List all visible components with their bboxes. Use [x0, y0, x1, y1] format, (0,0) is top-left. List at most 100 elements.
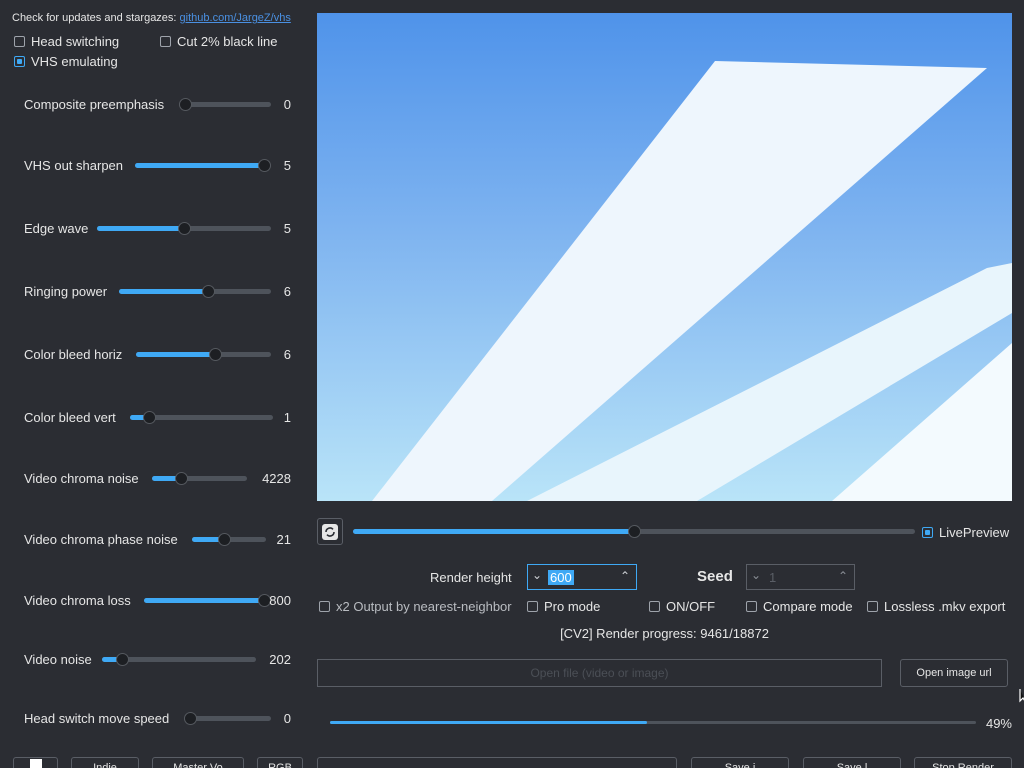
vhs-emulating-checkbox[interactable]: VHS emulating: [14, 54, 118, 69]
chevron-up-icon[interactable]: ⌃: [838, 569, 848, 583]
render-progress-bar: [330, 721, 976, 724]
slider-handle[interactable]: [218, 533, 231, 546]
slider-handle[interactable]: [116, 653, 129, 666]
slider-value: 0: [283, 97, 291, 112]
slider-label: Composite preemphasis: [24, 97, 165, 112]
slider-label: Video chroma phase noise: [24, 532, 178, 547]
slider-value: 0: [283, 711, 291, 726]
chevron-down-icon[interactable]: ⌄: [532, 568, 542, 582]
master-vo-button[interactable]: Master Vo: [152, 757, 244, 768]
lossless-box[interactable]: [867, 601, 878, 612]
slider-handle[interactable]: [179, 98, 192, 111]
preview-image: [317, 13, 1012, 501]
slider-label: Color bleed horiz: [24, 347, 123, 362]
cut-black-line-label: Cut 2% black line: [177, 34, 278, 49]
live-preview-box[interactable]: [922, 527, 933, 538]
open-file-label: Open file (video or image): [530, 666, 669, 680]
slider-track[interactable]: [97, 222, 271, 235]
slider-handle[interactable]: [178, 222, 191, 235]
slider-label: VHS out sharpen: [24, 158, 124, 173]
slider-label: Video noise: [24, 652, 92, 667]
slider-label: Ringing power: [24, 284, 108, 299]
vhs-emulating-label: VHS emulating: [31, 54, 118, 69]
head-switching-label: Head switching: [31, 34, 120, 49]
live-preview-checkbox[interactable]: LivePreview: [922, 525, 1009, 540]
on-off-checkbox[interactable]: ON/OFF: [649, 599, 715, 614]
slider-handle[interactable]: [175, 472, 188, 485]
slider-handle[interactable]: [202, 285, 215, 298]
render-height-value[interactable]: 600: [548, 570, 574, 585]
slider-value: 6: [283, 347, 291, 362]
on-off-box[interactable]: [649, 601, 660, 612]
save-video-button[interactable]: Save l: [803, 757, 901, 768]
pro-mode-box[interactable]: [527, 601, 538, 612]
x2-output-checkbox[interactable]: x2 Output by nearest-neighbor: [319, 599, 512, 614]
render-height-spinbox[interactable]: ⌄ 600 ⌃: [527, 564, 637, 590]
bottom-wide-field[interactable]: [317, 757, 677, 768]
refresh-icon: [322, 523, 338, 540]
slider-handle[interactable]: [143, 411, 156, 424]
lossless-label: Lossless .mkv export: [884, 599, 1006, 614]
slider-value: 1: [283, 410, 291, 425]
open-file-button[interactable]: Open file (video or image): [317, 659, 882, 687]
color-swatch-button[interactable]: [13, 757, 58, 768]
progress-fill: [330, 721, 647, 724]
chevron-up-icon[interactable]: ⌃: [620, 569, 630, 583]
stop-render-button[interactable]: Stop Render: [914, 757, 1012, 768]
slider-handle[interactable]: [209, 348, 222, 361]
cut-black-line-box[interactable]: [160, 36, 171, 47]
preview-canvas: [317, 13, 1012, 501]
slider-value: 4228: [262, 471, 291, 486]
slider-fill: [136, 352, 215, 357]
slider-label: Video chroma loss: [24, 593, 131, 608]
progress-percent: 49%: [985, 716, 1012, 731]
compare-mode-box[interactable]: [746, 601, 757, 612]
update-notice: Check for updates and stargazes: github.…: [12, 12, 291, 24]
slider-value: 21: [276, 532, 291, 547]
slider-track[interactable]: [102, 653, 256, 666]
open-image-url-button[interactable]: Open image url: [900, 659, 1008, 687]
indie-button[interactable]: Indie: [71, 757, 139, 768]
head-switching-checkbox[interactable]: Head switching: [14, 34, 119, 49]
update-text: Check for updates and stargazes:: [12, 12, 177, 24]
chevron-down-icon[interactable]: ⌄: [751, 568, 761, 582]
on-off-label: ON/OFF: [666, 599, 716, 614]
slider-label: Edge wave: [24, 221, 89, 236]
seed-value[interactable]: 1: [769, 570, 776, 585]
timeline-fill: [353, 529, 634, 534]
head-switching-box[interactable]: [14, 36, 25, 47]
seed-label: Seed: [697, 568, 733, 585]
slider-track[interactable]: [119, 285, 271, 298]
pro-mode-checkbox[interactable]: Pro mode: [527, 599, 600, 614]
timeline-slider[interactable]: [353, 525, 915, 538]
slider-label: Head switch move speed: [24, 711, 170, 726]
refresh-button[interactable]: [317, 518, 343, 545]
timeline-handle[interactable]: [628, 525, 641, 538]
seed-spinbox[interactable]: ⌄ 1 ⌃: [746, 564, 855, 590]
vhs-emulating-box[interactable]: [14, 56, 25, 67]
save-image-button[interactable]: Save i: [691, 757, 789, 768]
slider-fill: [119, 289, 208, 294]
live-preview-label: LivePreview: [939, 525, 1010, 540]
slider-label: Video chroma noise: [24, 471, 139, 486]
render-progress-text: [CV2] Render progress: 9461/18872: [560, 626, 769, 641]
rgb-button[interactable]: RGB: [257, 757, 303, 768]
slider-track[interactable]: [152, 472, 247, 485]
slider-value: 202: [269, 652, 291, 667]
update-link[interactable]: github.com/JargeZ/vhs: [180, 12, 291, 24]
slider-value: 5: [283, 221, 291, 236]
mouse-cursor-icon: [1019, 689, 1024, 703]
compare-mode-label: Compare mode: [763, 599, 853, 614]
slider-label: Color bleed vert: [24, 410, 116, 425]
cut-black-line-checkbox[interactable]: Cut 2% black line: [160, 34, 277, 49]
x2-output-box[interactable]: [319, 601, 330, 612]
slider-handle[interactable]: [184, 712, 197, 725]
slider-value: 6: [283, 284, 291, 299]
slider-value: 800: [269, 593, 291, 608]
color-swatch: [29, 759, 42, 768]
slider-fill: [144, 598, 264, 603]
pro-mode-label: Pro mode: [544, 599, 601, 614]
lossless-checkbox[interactable]: Lossless .mkv export: [867, 599, 1005, 614]
compare-mode-checkbox[interactable]: Compare mode: [746, 599, 853, 614]
slider-fill: [97, 226, 184, 231]
